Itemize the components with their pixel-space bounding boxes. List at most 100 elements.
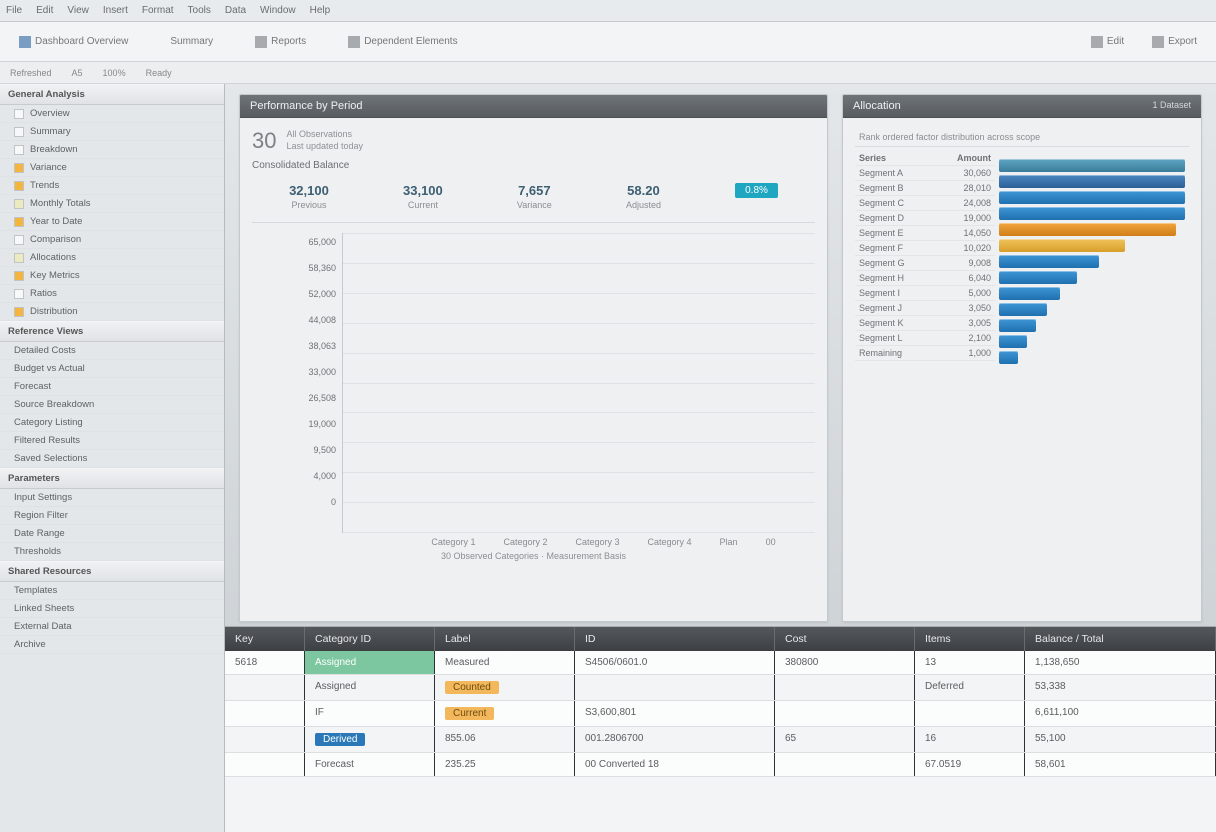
table-cell: 13 [915, 651, 1025, 674]
table-row[interactable]: Derived855.06001.2806700651655,100 [225, 727, 1216, 753]
sidebar-item[interactable]: Distribution [0, 303, 224, 321]
table-cell [775, 675, 915, 700]
toolbar-export[interactable]: Export [1143, 32, 1206, 52]
col-items[interactable]: Items [915, 627, 1025, 651]
sidebar-item-label: Summary [30, 126, 71, 137]
sidebar-item-label: Breakdown [30, 144, 78, 155]
kpi-value: 7,657 [517, 183, 552, 198]
table-cell: 6,611,100 [1025, 701, 1216, 726]
sidebar-group-2[interactable]: Reference Views [0, 321, 224, 342]
col-cat[interactable]: Category ID [305, 627, 435, 651]
table-cell: Forecast [305, 753, 435, 776]
sidebar-item[interactable]: Allocations [0, 249, 224, 267]
sidebar-item[interactable]: Detailed Costs [0, 342, 224, 360]
menu-format[interactable]: Format [142, 5, 174, 16]
sidebar-item[interactable]: Forecast [0, 378, 224, 396]
list-row: Segment A30,060 [855, 166, 995, 181]
table-cell [225, 675, 305, 700]
menu-data[interactable]: Data [225, 5, 246, 16]
menu-edit[interactable]: Edit [36, 5, 53, 16]
sidebar-item-label: Ratios [30, 288, 57, 299]
menu-help[interactable]: Help [310, 5, 331, 16]
sidebar[interactable]: General Analysis Overview Summary Breakd… [0, 84, 225, 832]
sidebar-item[interactable]: Trends [0, 177, 224, 195]
sidebar-item[interactable]: External Data [0, 618, 224, 636]
col-balance[interactable]: Balance / Total [1025, 627, 1216, 651]
col-label[interactable]: Label [435, 627, 575, 651]
sidebar-item-label: Monthly Totals [30, 198, 91, 209]
sidebar-item[interactable]: Breakdown [0, 141, 224, 159]
sidebar-item[interactable]: Year to Date [0, 213, 224, 231]
tab-dependent[interactable]: Dependent Elements [339, 32, 466, 52]
table-row[interactable]: AssignedCountedDeferred53,338 [225, 675, 1216, 701]
sidebar-item[interactable]: Region Filter [0, 507, 224, 525]
sidebar-item[interactable]: Thresholds [0, 543, 224, 561]
zoom-level[interactable]: 100% [103, 68, 126, 78]
list-row: Segment K3,005 [855, 316, 995, 331]
list-row: Segment I5,000 [855, 286, 995, 301]
table-row[interactable]: Forecast235.2500 Converted 1867.051958,6… [225, 753, 1216, 777]
menu-window[interactable]: Window [260, 5, 296, 16]
table-cell [915, 701, 1025, 726]
sidebar-item[interactable]: Archive [0, 636, 224, 654]
col-key[interactable]: Key [225, 627, 305, 651]
menu-insert[interactable]: Insert [103, 5, 128, 16]
export-icon [1152, 36, 1164, 48]
menu-view[interactable]: View [67, 5, 89, 16]
hbar [999, 191, 1185, 204]
list-row: Segment J3,050 [855, 301, 995, 316]
menu-tools[interactable]: Tools [188, 5, 211, 16]
panel-performance-title: Performance by Period [240, 95, 827, 118]
y-tick: 9,500 [252, 445, 336, 455]
sidebar-item[interactable]: Ratios [0, 285, 224, 303]
sidebar-item[interactable]: Budget vs Actual [0, 360, 224, 378]
grid-body[interactable]: 5618AssignedMeasuredS4506/0601.038080013… [225, 651, 1216, 832]
sidebar-group-1[interactable]: General Analysis [0, 84, 224, 105]
sidebar-item[interactable]: Overview [0, 105, 224, 123]
panel-allocation-title-text: Allocation [853, 100, 901, 112]
sidebar-item[interactable]: Source Breakdown [0, 396, 224, 414]
tab-summary[interactable]: Summary [161, 32, 222, 51]
kpi-label: Adjusted [626, 200, 661, 210]
allocation-subtitle: Rank ordered factor distribution across … [855, 128, 1189, 147]
plot-area [342, 233, 815, 533]
table-row[interactable]: IFCurrentS3,600,8016,611,100 [225, 701, 1216, 727]
table-cell: IF [305, 701, 435, 726]
allocation-list: SeriesAmountSegment A30,060Segment B28,0… [855, 151, 995, 621]
tab-reports[interactable]: Reports [246, 32, 315, 52]
table-cell: 58,601 [1025, 753, 1216, 776]
sidebar-item[interactable]: Linked Sheets [0, 600, 224, 618]
toolbar: Dashboard Overview Summary Reports Depen… [0, 22, 1216, 62]
toolbar-edit-label: Edit [1107, 36, 1124, 47]
sidebar-item[interactable]: Monthly Totals [0, 195, 224, 213]
app-window: File Edit View Insert Format Tools Data … [0, 0, 1216, 832]
allocation-bars [995, 151, 1189, 621]
tab-dashboard[interactable]: Dashboard Overview [10, 32, 137, 52]
kpi: 32,100Previous [289, 183, 329, 210]
sidebar-item[interactable]: Templates [0, 582, 224, 600]
table-row[interactable]: 5618AssignedMeasuredS4506/0601.038080013… [225, 651, 1216, 675]
sidebar-item[interactable]: Comparison [0, 231, 224, 249]
sidebar-item[interactable]: Summary [0, 123, 224, 141]
table-cell: 380800 [775, 651, 915, 674]
col-cost[interactable]: Cost [775, 627, 915, 651]
sidebar-group-3[interactable]: Parameters [0, 468, 224, 489]
toolbar-edit[interactable]: Edit [1082, 32, 1133, 52]
sidebar-item[interactable]: Filtered Results [0, 432, 224, 450]
col-id[interactable]: ID [575, 627, 775, 651]
list-row: Segment E14,050 [855, 226, 995, 241]
menu-file[interactable]: File [6, 5, 22, 16]
sidebar-item[interactable]: Saved Selections [0, 450, 224, 468]
list-row: Segment D19,000 [855, 211, 995, 226]
sidebar-item[interactable]: Date Range [0, 525, 224, 543]
sidebar-item[interactable]: Input Settings [0, 489, 224, 507]
panel-allocation-title: Allocation 1 Dataset [843, 95, 1201, 118]
sidebar-item[interactable]: Variance [0, 159, 224, 177]
sidebar-item[interactable]: Category Listing [0, 414, 224, 432]
kpi-row: 32,100Previous 33,100Current 7,657Varian… [252, 175, 815, 223]
sidebar-item[interactable]: Key Metrics [0, 267, 224, 285]
kpi-badge[interactable]: 0.8% [735, 183, 778, 210]
x-sub-b: Measurement Basis [547, 551, 627, 561]
swatch-icon [14, 199, 24, 209]
sidebar-group-4[interactable]: Shared Resources [0, 561, 224, 582]
